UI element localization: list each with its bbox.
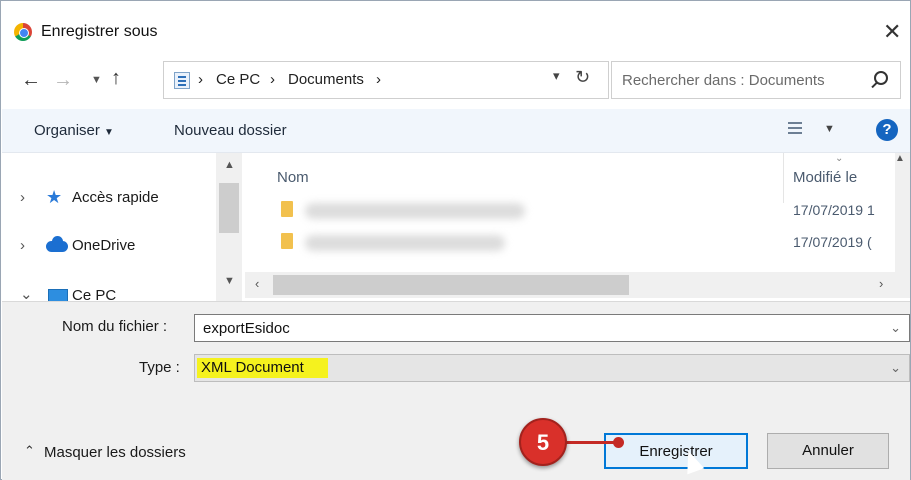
sort-chevron-icon: ⌄ xyxy=(835,153,844,164)
file-modified: 17/07/2019 1 xyxy=(793,202,875,218)
scroll-left-icon[interactable]: ‹ xyxy=(255,276,259,291)
file-list-vertical-scrollbar[interactable]: ▲ xyxy=(895,153,910,272)
filename-input[interactable]: exportEsidoc ⌄ xyxy=(194,314,910,342)
view-dropdown-chevron-icon[interactable]: ▼ xyxy=(824,123,835,135)
pc-icon xyxy=(48,289,68,301)
file-row[interactable]: 17/07/2019 ( xyxy=(245,227,910,257)
organise-label: Organiser xyxy=(34,122,100,139)
file-list-horizontal-scrollbar[interactable]: ‹ › xyxy=(245,272,910,298)
scrollbar-thumb[interactable] xyxy=(273,275,629,295)
recent-locations-chevron-icon[interactable]: ▼ xyxy=(91,74,102,86)
search-input[interactable]: Rechercher dans : Documents xyxy=(611,61,901,99)
annotation-pointer-line xyxy=(566,441,618,444)
search-icon[interactable] xyxy=(874,71,888,85)
forward-arrow-icon[interactable]: → xyxy=(53,69,73,92)
address-bar[interactable]: › Ce PC › Documents › xyxy=(163,61,609,99)
scrollbar-thumb[interactable] xyxy=(219,183,239,233)
chevron-down-icon[interactable]: ⌄ xyxy=(890,320,901,336)
save-button[interactable]: Enregistrer xyxy=(604,433,748,469)
scroll-down-icon[interactable]: ▼ xyxy=(224,275,235,287)
nav-item-this-pc[interactable]: ⌄ Ce PC xyxy=(2,281,217,301)
folder-icon xyxy=(281,201,293,217)
filename-value: exportEsidoc xyxy=(203,320,290,337)
dialog-title: Enregistrer sous xyxy=(41,23,158,40)
chevron-right-icon[interactable]: › xyxy=(20,189,25,206)
close-icon[interactable]: ✕ xyxy=(883,19,901,45)
nav-item-label: Accès rapide xyxy=(72,189,159,206)
chevron-down-icon[interactable]: ⌄ xyxy=(890,360,901,376)
command-bar: Organiser ▼ Nouveau dossier ▼ ? xyxy=(2,109,910,153)
file-name-blurred xyxy=(305,203,525,219)
nav-item-quick-access[interactable]: › ★ Accès rapide xyxy=(2,183,217,213)
scroll-up-icon[interactable]: ▲ xyxy=(895,153,905,164)
breadcrumb-separator-icon: › xyxy=(270,71,275,88)
documents-folder-icon xyxy=(174,72,190,89)
chevron-down-icon: ▼ xyxy=(104,127,114,138)
search-placeholder: Rechercher dans : Documents xyxy=(622,72,825,89)
folder-icon xyxy=(281,233,293,249)
star-icon: ★ xyxy=(46,187,63,207)
chevron-up-icon[interactable]: ⌃ xyxy=(24,443,35,459)
breadcrumb-separator-icon[interactable]: › xyxy=(376,71,381,88)
view-options-icon[interactable] xyxy=(788,122,802,136)
save-as-dialog: Enregistrer sous ✕ ← → ▼ ↑ › Ce PC › Doc… xyxy=(0,0,911,480)
organise-menu-button[interactable]: Organiser ▼ xyxy=(34,122,114,139)
nav-pane-scrollbar[interactable]: ▲ ▼ xyxy=(216,153,242,301)
file-type-select[interactable]: XML Document ⌄ xyxy=(194,354,910,382)
file-modified: 17/07/2019 ( xyxy=(793,234,872,250)
back-arrow-icon[interactable]: ← xyxy=(21,69,41,92)
file-type-value: XML Document xyxy=(197,358,328,378)
breadcrumb-item-ce-pc[interactable]: Ce PC xyxy=(216,71,260,88)
scroll-up-icon[interactable]: ▲ xyxy=(224,159,235,171)
scroll-right-icon[interactable]: › xyxy=(879,276,883,291)
column-header-name[interactable]: Nom xyxy=(277,169,309,186)
nav-item-onedrive[interactable]: › OneDrive xyxy=(2,231,217,261)
cancel-button[interactable]: Annuler xyxy=(767,433,889,469)
title-bar: Enregistrer sous ✕ xyxy=(1,1,910,61)
chrome-icon xyxy=(14,23,32,41)
address-dropdown-chevron-icon[interactable]: ▾ xyxy=(553,68,560,84)
hide-folders-button[interactable]: Masquer les dossiers xyxy=(44,444,186,461)
file-name-blurred xyxy=(305,235,505,251)
breadcrumb-item-documents[interactable]: Documents xyxy=(288,71,364,88)
annotation-pointer-dot xyxy=(613,437,624,448)
filename-label: Nom du fichier : xyxy=(62,318,168,335)
refresh-icon[interactable]: ↻ xyxy=(575,67,590,88)
help-icon[interactable]: ? xyxy=(876,119,898,141)
step-number-badge: 5 xyxy=(519,418,567,466)
breadcrumb-separator-icon: › xyxy=(198,71,203,88)
type-label: Type : xyxy=(139,359,180,376)
cloud-icon xyxy=(46,236,68,252)
new-folder-button[interactable]: Nouveau dossier xyxy=(174,122,287,139)
navigation-pane: › ★ Accès rapide › OneDrive ⌄ Ce PC xyxy=(2,153,244,301)
chevron-right-icon[interactable]: › xyxy=(20,237,25,254)
nav-item-label: Ce PC xyxy=(72,287,117,301)
save-form-panel: Nom du fichier : exportEsidoc ⌄ Type : X… xyxy=(2,301,910,480)
nav-item-label: OneDrive xyxy=(72,237,136,254)
column-header-modified[interactable]: Modifié le xyxy=(793,169,857,186)
chevron-down-icon[interactable]: ⌄ xyxy=(20,285,33,301)
up-arrow-icon[interactable]: ↑ xyxy=(111,67,121,90)
file-row[interactable]: 17/07/2019 1 xyxy=(245,195,910,225)
